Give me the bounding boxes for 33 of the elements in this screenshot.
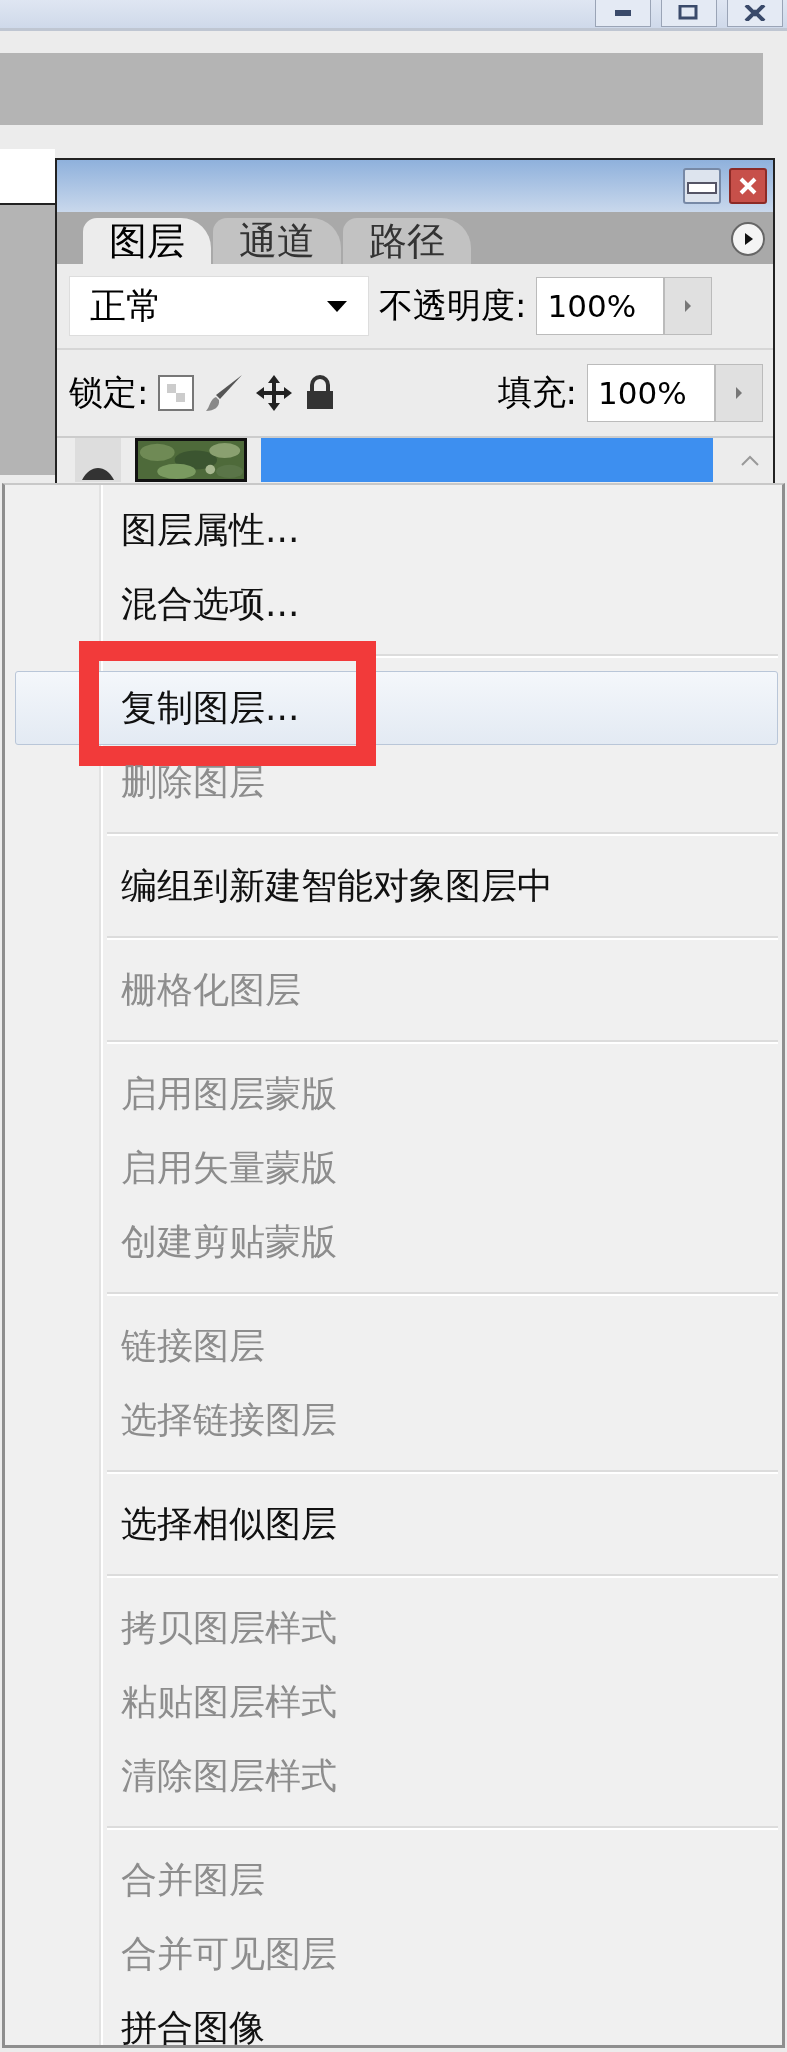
menu-item[interactable]: 混合选项...	[9, 567, 778, 641]
menu-item[interactable]: 图层属性...	[9, 493, 778, 567]
blend-mode-dropdown[interactable]: 正常	[69, 276, 369, 336]
menu-item[interactable]: 编组到新建智能对象图层中	[9, 849, 778, 923]
collapse-button[interactable]	[683, 168, 721, 204]
caret-icon	[326, 299, 348, 313]
chevron-up-icon	[740, 454, 760, 466]
opacity-slider-button[interactable]	[664, 277, 713, 335]
menu-item[interactable]: 拼合图像	[9, 1991, 778, 2052]
lock-label: 锁定:	[69, 371, 149, 414]
minimize-icon	[613, 8, 633, 18]
menu-item[interactable]: 复制图层...	[15, 671, 778, 745]
fill-slider-button[interactable]	[715, 364, 763, 422]
restore-icon	[677, 5, 701, 21]
triangle-icon	[683, 298, 694, 314]
close-button[interactable]	[729, 168, 767, 204]
fill-field[interactable]: 100%	[587, 364, 715, 422]
checkerboard-icon[interactable]	[158, 375, 195, 411]
panel-tab[interactable]: 图层	[83, 218, 211, 264]
restore-button[interactable]	[661, 0, 717, 27]
panel-tab[interactable]: 通道	[213, 218, 341, 264]
panel-menu-button[interactable]	[731, 222, 765, 256]
brush-icon[interactable]	[204, 373, 245, 413]
close-button[interactable]	[727, 0, 783, 27]
menu-item[interactable]: 选择相似图层	[9, 1487, 778, 1561]
panel-tab[interactable]: 路径	[343, 218, 471, 264]
minimize-button[interactable]	[595, 0, 651, 27]
opacity-field[interactable]: 100%	[536, 277, 665, 335]
fill-label: 填充:	[497, 371, 577, 414]
visibility-toggle[interactable]	[75, 438, 121, 482]
triangle-icon	[734, 385, 744, 401]
close-icon	[743, 5, 767, 21]
opacity-label: 不透明度:	[379, 284, 527, 327]
